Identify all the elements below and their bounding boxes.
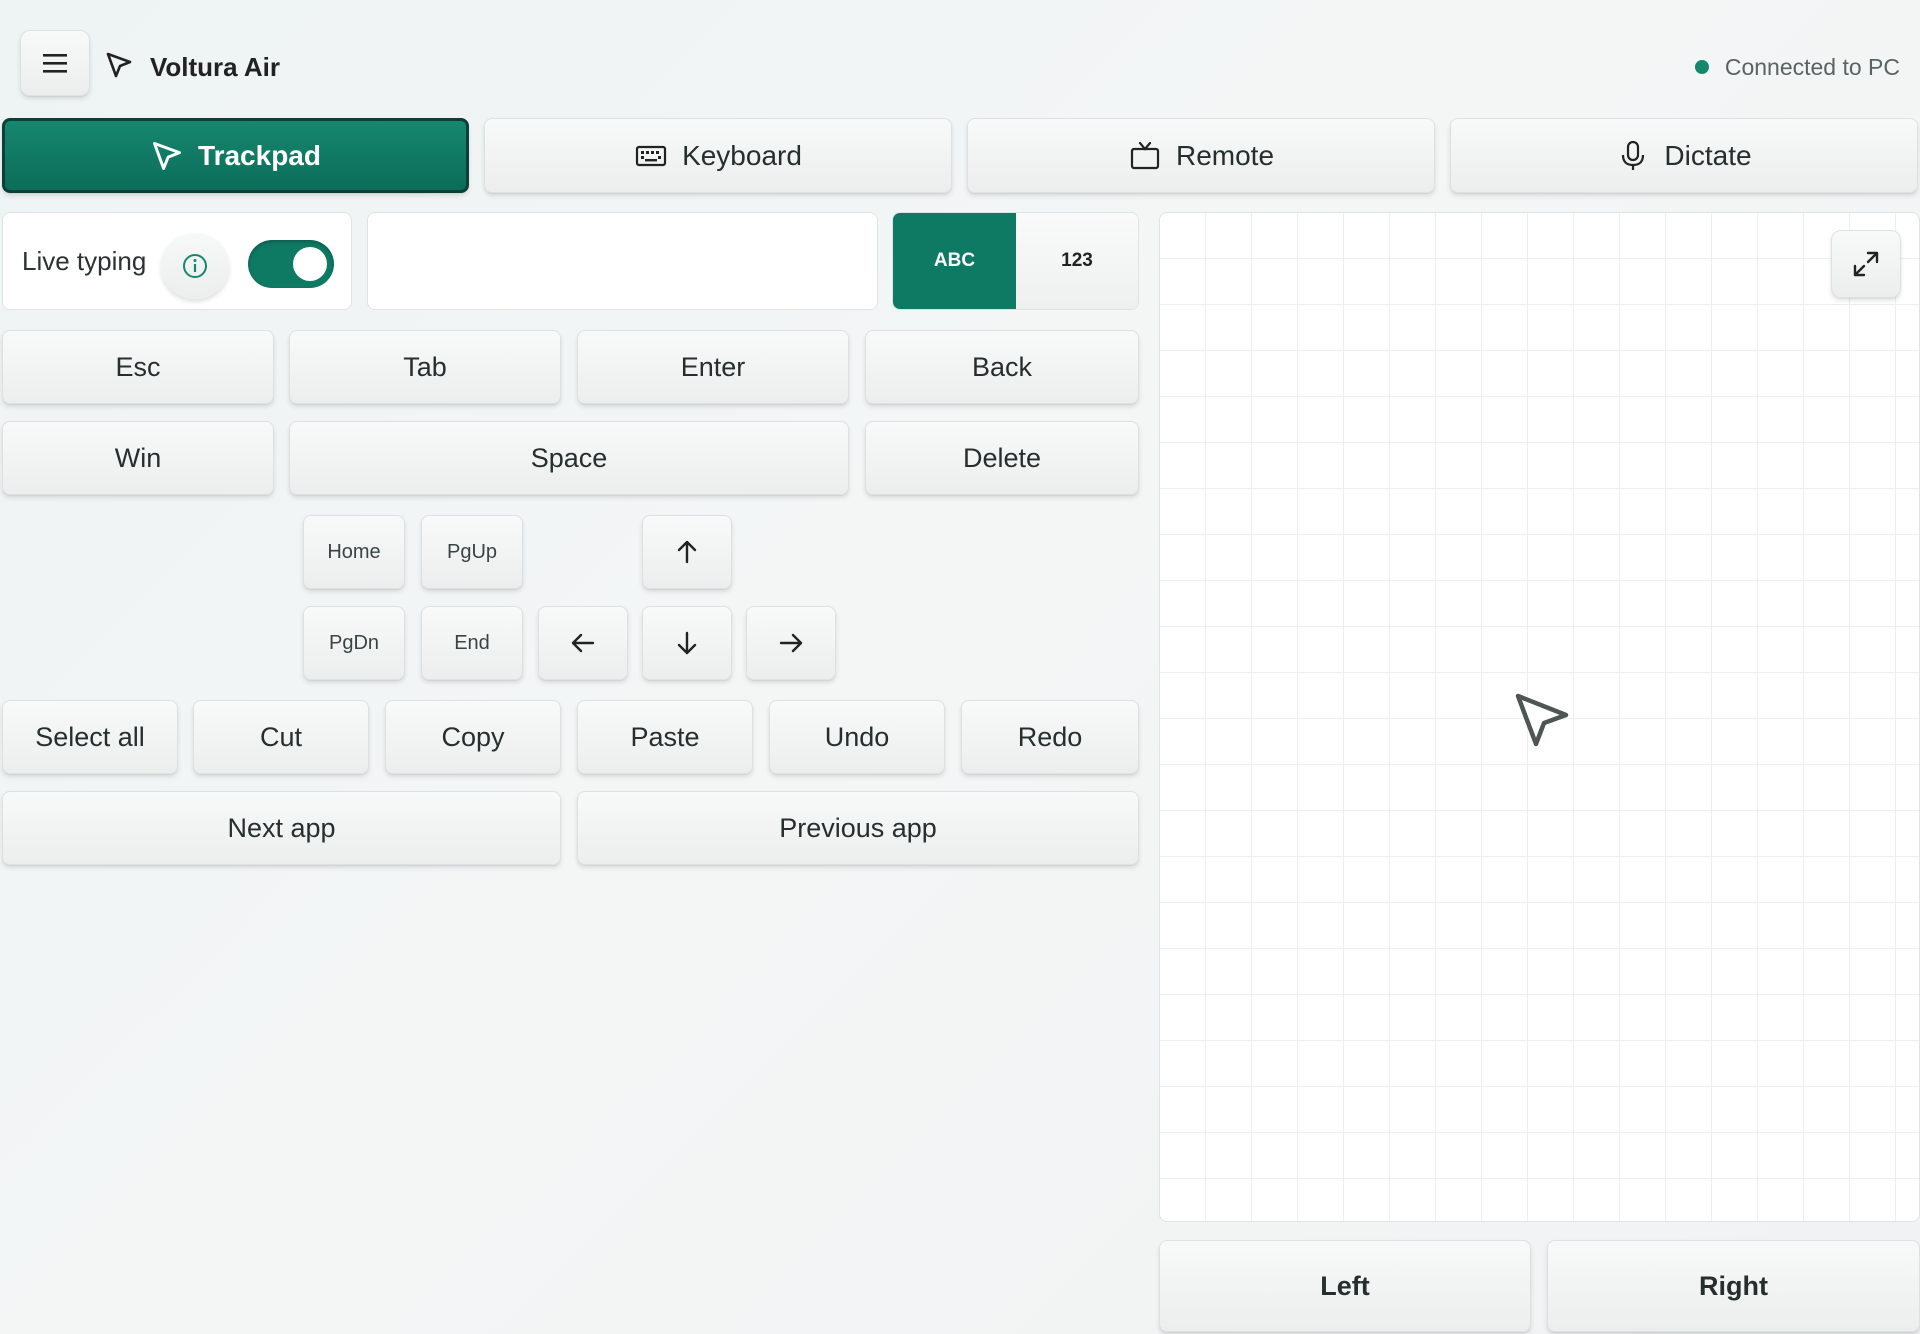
- info-button[interactable]: [161, 233, 229, 299]
- tab-trackpad[interactable]: Trackpad: [2, 118, 469, 193]
- status-dot: [1694, 60, 1709, 74]
- hamburger-menu-icon: [43, 54, 67, 73]
- tv-icon: [1130, 141, 1160, 169]
- keyboard-icon: [635, 145, 667, 166]
- status-text: Connected to PC: [1724, 53, 1900, 80]
- cursor-arrow-icon: [1515, 693, 1569, 747]
- live-typing-label: Live typing: [22, 245, 147, 276]
- cursor-arrow-icon: [153, 141, 181, 170]
- cursor-arrow-icon: [106, 52, 132, 78]
- tab-key[interactable]: Tab: [289, 330, 561, 404]
- input-mode-switch: ABC 123: [892, 212, 1139, 310]
- next-app-key[interactable]: Next app: [2, 791, 561, 865]
- home-key[interactable]: Home: [303, 515, 405, 589]
- enter-key[interactable]: Enter: [577, 330, 849, 404]
- previous-app-key[interactable]: Previous app: [577, 791, 1139, 865]
- copy-key[interactable]: Copy: [385, 700, 561, 774]
- tab-label: Dictate: [1664, 139, 1752, 171]
- select-all-key[interactable]: Select all: [2, 700, 178, 774]
- live-typing-panel: Live typing: [2, 212, 352, 310]
- pgdn-key[interactable]: PgDn: [303, 606, 405, 680]
- microphone-icon: [1622, 140, 1645, 170]
- info-icon: [183, 254, 207, 278]
- arrow-left-key[interactable]: [538, 606, 628, 680]
- arrow-right-icon: [779, 633, 803, 653]
- connection-status: Connected to PC: [1694, 50, 1900, 84]
- toggle-knob: [293, 247, 327, 281]
- esc-key[interactable]: Esc: [2, 330, 274, 404]
- cut-key[interactable]: Cut: [193, 700, 369, 774]
- pgup-key[interactable]: PgUp: [421, 515, 523, 589]
- menu-button[interactable]: [20, 30, 90, 96]
- end-key[interactable]: End: [421, 606, 523, 680]
- paste-key[interactable]: Paste: [577, 700, 753, 774]
- tab-label: Trackpad: [198, 139, 321, 171]
- delete-key[interactable]: Delete: [865, 421, 1139, 495]
- redo-key[interactable]: Redo: [961, 700, 1139, 774]
- arrow-up-key[interactable]: [642, 515, 732, 589]
- mode-abc-button[interactable]: ABC: [893, 213, 1016, 309]
- win-key[interactable]: Win: [2, 421, 274, 495]
- expand-icon: [1853, 251, 1879, 277]
- app-title: Voltura Air: [150, 52, 281, 82]
- tab-label: Remote: [1175, 139, 1275, 171]
- left-click-button[interactable]: Left: [1159, 1240, 1531, 1332]
- tab-remote[interactable]: Remote: [967, 118, 1435, 193]
- arrow-left-icon: [571, 633, 595, 653]
- live-typing-toggle[interactable]: [248, 240, 334, 288]
- live-typing-input[interactable]: [367, 212, 878, 310]
- right-click-button[interactable]: Right: [1547, 1240, 1920, 1332]
- arrow-down-icon: [677, 631, 697, 655]
- arrow-down-key[interactable]: [642, 606, 732, 680]
- space-key[interactable]: Space: [289, 421, 849, 495]
- mode-123-button[interactable]: 123: [1016, 213, 1138, 309]
- arrow-right-key[interactable]: [746, 606, 836, 680]
- trackpad-surface[interactable]: [1159, 212, 1920, 1222]
- tab-label: Keyboard: [682, 139, 802, 171]
- expand-button[interactable]: [1831, 230, 1901, 298]
- tab-keyboard[interactable]: Keyboard: [484, 118, 952, 193]
- undo-key[interactable]: Undo: [769, 700, 945, 774]
- back-key[interactable]: Back: [865, 330, 1139, 404]
- tab-dictate[interactable]: Dictate: [1450, 118, 1918, 193]
- arrow-up-icon: [677, 540, 697, 564]
